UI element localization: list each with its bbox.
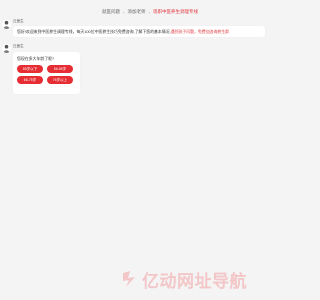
age-option-over-76[interactable]: 76岁以上	[47, 76, 73, 84]
age-option-under-55[interactable]: 55岁以下	[17, 65, 43, 73]
chat-message-greeting: 您好!欢迎来到中医养生调理专线，每天100位中医养生技巧免费咨询,了解下您的基本…	[13, 26, 265, 37]
age-option-56-65[interactable]: 56-65岁	[47, 65, 73, 73]
doctor-avatar-icon	[2, 44, 11, 53]
age-options: 55岁以下 56-65岁 66-75岁 76岁以上	[17, 65, 76, 84]
breadcrumb-item-2[interactable]: 添加老师	[128, 9, 146, 15]
footer-brand: 亿动网址导航	[120, 268, 247, 292]
doctor-avatar-icon	[2, 20, 11, 29]
chat-message-age-question: 您现在多大年龄了呢? 55岁以下 56-65岁 66-75岁 76岁以上	[13, 52, 80, 94]
age-question-text: 您现在多大年龄了呢?	[17, 56, 55, 61]
sender-name: 丘医生	[13, 19, 24, 23]
doctor-avatar	[2, 20, 11, 29]
breadcrumb-item-1[interactable]: 就医问题	[102, 9, 120, 15]
breadcrumb-separator: ›	[148, 9, 151, 15]
join-group-link[interactable]: 遇到孩子问题，免费加咨询养生群	[171, 29, 229, 35]
breadcrumb-separator: ›	[123, 9, 125, 15]
breadcrumb: 就医问题 › 添加老师 › 现职中医养生调理专线	[0, 6, 300, 18]
sender-name: 丘医生	[13, 44, 24, 48]
brand-logo-icon	[120, 269, 140, 289]
doctor-avatar	[2, 44, 11, 53]
brand-name: 亿动网址导航	[142, 271, 247, 292]
message-text: 您好!欢迎来到中医养生调理专线，每天100位中医养生技巧免费咨询,了解下您的基本…	[17, 28, 171, 34]
age-option-66-75[interactable]: 66-75岁	[17, 76, 43, 84]
breadcrumb-item-current: 现职中医养生调理专线	[153, 9, 198, 14]
